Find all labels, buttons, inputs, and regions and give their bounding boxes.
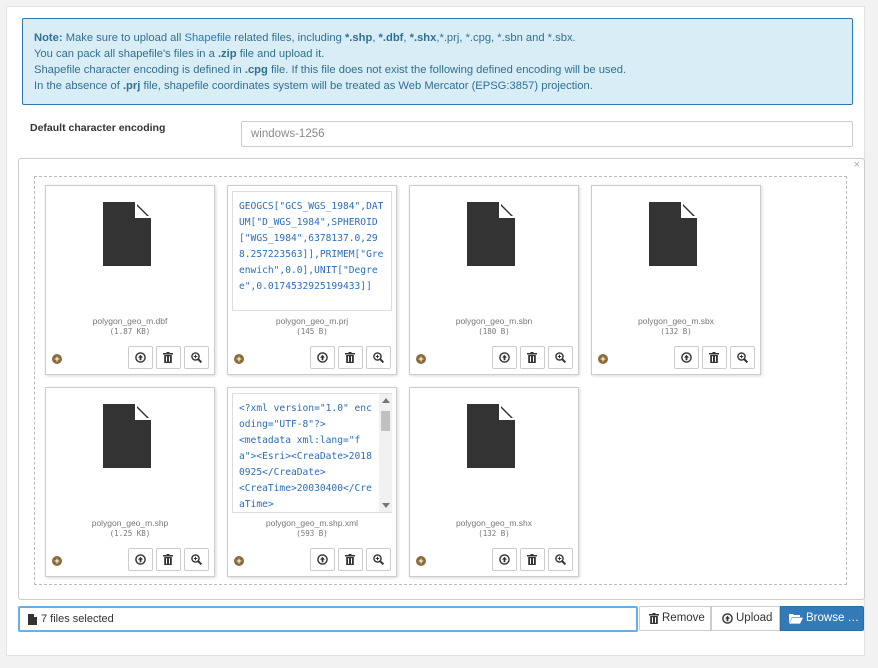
file-name: polygon_geo_m.prj: [275, 316, 349, 326]
caption-text: 7 files selected: [41, 613, 114, 625]
encoding-label: Default character encoding: [30, 122, 166, 134]
zoom-file-button[interactable]: [548, 548, 573, 571]
file-name: polygon_geo_m.dbf: [92, 316, 168, 326]
file-preview-card: polygon_geo_m.dbf (1.87 KB) +: [45, 185, 215, 375]
zoom-file-button[interactable]: [366, 346, 391, 369]
note-text: Shapefile character encoding is defined …: [34, 64, 245, 76]
ext-shp: *.shp: [344, 32, 373, 44]
file-size: (132 B): [478, 529, 510, 538]
file-preview-card: GEOGCS["GCS_WGS_1984",DATUM["D_WGS_1984"…: [227, 185, 397, 375]
zoom-file-button[interactable]: [184, 346, 209, 369]
note-text: file and upload it.: [236, 48, 325, 60]
note-text: You can pack all shapefile's files in a: [34, 48, 218, 60]
folder-open-icon: [789, 614, 803, 624]
info-note: Note: Make sure to upload all Shapefile …: [22, 18, 853, 105]
drag-handle-icon[interactable]: +: [416, 354, 426, 364]
remove-file-button[interactable]: [156, 548, 181, 571]
file-preview-zone: × polygon_geo_m.dbf (1.87 KB) + GEOGCS["GCS…: [18, 158, 865, 600]
remove-file-button[interactable]: [520, 346, 545, 369]
file-icon: [103, 404, 151, 468]
close-icon[interactable]: ×: [854, 159, 860, 171]
file-caption[interactable]: 7 files selected: [18, 606, 638, 632]
note-line-4: In the absence of .prj file, shapefile c…: [34, 78, 841, 94]
upload-file-button[interactable]: [492, 346, 517, 369]
upload-file-button[interactable]: [310, 346, 335, 369]
file-size: (145 B): [296, 327, 328, 336]
ext-prj: .prj: [122, 80, 141, 92]
ext-dbf: *.dbf: [378, 32, 404, 44]
note-text: related files, including: [231, 32, 345, 44]
ext-zip: .zip: [217, 48, 237, 60]
browse-label: Browse …: [806, 612, 860, 624]
browse-button[interactable]: Browse …: [780, 606, 864, 631]
upload-button[interactable]: Upload: [711, 606, 780, 631]
upload-file-button[interactable]: [674, 346, 699, 369]
drag-handle-icon[interactable]: +: [52, 354, 62, 364]
file-icon: [649, 202, 697, 266]
remove-file-button[interactable]: [702, 346, 727, 369]
file-preview-card: polygon_geo_m.sbn (180 B) +: [409, 185, 579, 375]
upload-file-button[interactable]: [310, 548, 335, 571]
file-size: (1.25 KB): [109, 529, 151, 538]
remove-file-button[interactable]: [338, 548, 363, 571]
file-size: (180 B): [478, 327, 510, 336]
text-preview: <?xml version="1.0" encoding="UTF-8"?> <…: [232, 393, 392, 513]
remove-button[interactable]: Remove: [639, 606, 711, 631]
ext-shx: *.shx: [409, 32, 437, 44]
drag-handle-icon[interactable]: +: [416, 556, 426, 566]
zoom-file-button[interactable]: [366, 548, 391, 571]
upload-icon: [722, 613, 733, 624]
note-text: In the absence of: [34, 80, 123, 92]
file-name: polygon_geo_m.shp.xml: [265, 518, 359, 528]
file-size: (1.87 KB): [109, 327, 151, 336]
remove-label: Remove: [662, 612, 705, 624]
encoding-input[interactable]: windows-1256: [241, 121, 853, 147]
zoom-file-button[interactable]: [730, 346, 755, 369]
shapefile-link[interactable]: Shapefile: [184, 32, 231, 44]
upload-label: Upload: [736, 612, 773, 624]
note-prefix: Note:: [34, 32, 63, 44]
file-icon: [28, 614, 37, 625]
remove-file-button[interactable]: [520, 548, 545, 571]
file-icon: [467, 202, 515, 266]
scroll-up-icon[interactable]: [382, 398, 390, 403]
ext-cpg: .cpg: [244, 64, 268, 76]
note-line-1: Note: Make sure to upload all Shapefile …: [34, 30, 841, 46]
file-preview-card: polygon_geo_m.shx (132 B) +: [409, 387, 579, 577]
drag-handle-icon[interactable]: +: [52, 556, 62, 566]
preview-scrollbar[interactable]: [379, 394, 392, 512]
remove-file-button[interactable]: [338, 346, 363, 369]
note-text: file. If this file does not exist the fo…: [267, 64, 627, 76]
drag-handle-icon[interactable]: +: [234, 354, 244, 364]
note-text: Make sure to upload all: [62, 32, 185, 44]
zoom-file-button[interactable]: [184, 548, 209, 571]
note-line-3: Shapefile character encoding is defined …: [34, 62, 841, 78]
scroll-down-icon[interactable]: [382, 503, 390, 508]
note-text: file, shapefile coordinates system will …: [140, 80, 593, 92]
file-size: (593 B): [296, 529, 328, 538]
file-name: polygon_geo_m.sbn: [455, 316, 533, 326]
note-text: ,*.prj, *.cpg, *.sbn and *.sbx.: [436, 32, 576, 44]
file-icon: [467, 404, 515, 468]
file-preview-card: polygon_geo_m.sbx (132 B) +: [591, 185, 761, 375]
file-name: polygon_geo_m.shp: [91, 518, 169, 528]
scroll-thumb[interactable]: [381, 411, 390, 431]
file-preview-card: <?xml version="1.0" encoding="UTF-8"?> <…: [227, 387, 397, 577]
drag-handle-icon[interactable]: +: [234, 556, 244, 566]
upload-file-button[interactable]: [128, 346, 153, 369]
drag-handle-icon[interactable]: +: [598, 354, 608, 364]
file-size: (132 B): [660, 327, 692, 336]
upload-file-button[interactable]: [128, 548, 153, 571]
text-preview: GEOGCS["GCS_WGS_1984",DATUM["D_WGS_1984"…: [232, 191, 392, 311]
zoom-file-button[interactable]: [548, 346, 573, 369]
file-name: polygon_geo_m.shx: [455, 518, 533, 528]
file-icon: [103, 202, 151, 266]
file-preview-card: polygon_geo_m.shp (1.25 KB) +: [45, 387, 215, 577]
trash-icon: [649, 613, 659, 624]
file-drop-zone[interactable]: polygon_geo_m.dbf (1.87 KB) + GEOGCS["GCS_W…: [34, 176, 847, 585]
file-name: polygon_geo_m.sbx: [637, 316, 715, 326]
upload-file-button[interactable]: [492, 548, 517, 571]
note-line-2: You can pack all shapefile's files in a …: [34, 46, 841, 62]
remove-file-button[interactable]: [156, 346, 181, 369]
